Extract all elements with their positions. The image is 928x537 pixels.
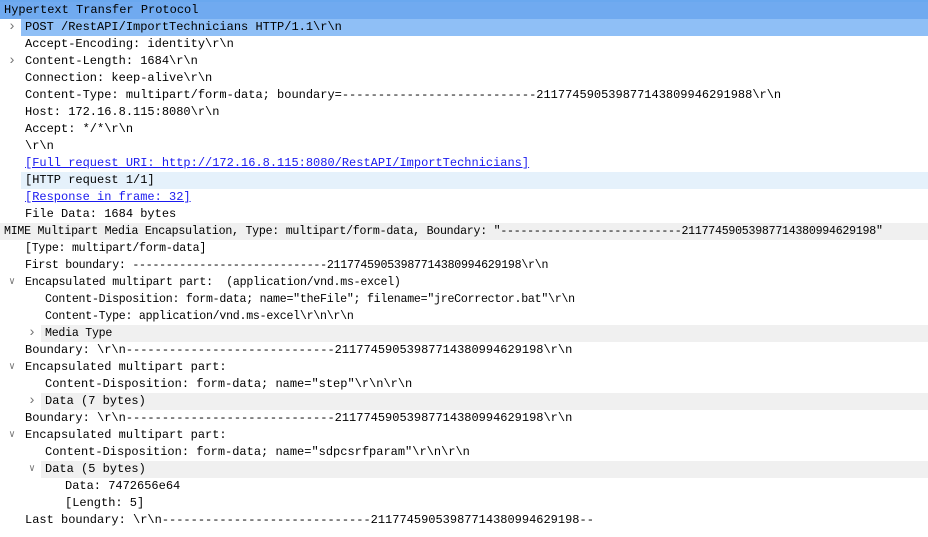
row-highlight bbox=[41, 325, 928, 342]
tree-row-label: Connection: keep-alive\r\n bbox=[25, 71, 213, 85]
tree-row[interactable]: Content-Disposition: form-data; name="sd… bbox=[0, 444, 928, 461]
tree-row[interactable]: Boundary: \r\n--------------------------… bbox=[0, 410, 928, 427]
tree-row-label: Content-Disposition: form-data; name="th… bbox=[45, 293, 575, 306]
packet-details-tree[interactable]: Hypertext Transfer Protocol › POST /RestAP… bbox=[0, 2, 928, 529]
tree-row[interactable]: [Response in frame: 32] bbox=[0, 189, 928, 206]
tree-row-label: Data (5 bytes) bbox=[45, 462, 146, 476]
tree-row[interactable]: Connection: keep-alive\r\n bbox=[0, 70, 928, 87]
tree-row-label: Content-Disposition: form-data; name="st… bbox=[45, 377, 413, 391]
tree-row[interactable]: › POST /RestAPI/ImportTechnicians HTTP/1.… bbox=[0, 19, 928, 36]
chevron-down-icon[interactable]: ∨ bbox=[26, 461, 38, 478]
tree-row-label: Content-Type: application/vnd.ms-excel\r… bbox=[45, 310, 354, 323]
tree-row-label: Content-Length: 1684\r\n bbox=[25, 54, 198, 68]
tree-row[interactable]: File Data: 1684 bytes bbox=[0, 206, 928, 223]
tree-row[interactable]: ∨ Encapsulated multipart part: bbox=[0, 359, 928, 376]
tree-row-label: First boundary: ------------------------… bbox=[25, 259, 549, 272]
tree-row[interactable]: › Content-Length: 1684\r\n bbox=[0, 53, 928, 70]
tree-row-label: Data (7 bytes) bbox=[45, 394, 146, 408]
row-highlight bbox=[21, 121, 928, 138]
chevron-right-icon[interactable]: › bbox=[6, 19, 18, 36]
tree-row[interactable]: First boundary: ------------------------… bbox=[0, 257, 928, 274]
tree-row-label: Boundary: \r\n--------------------------… bbox=[25, 343, 573, 357]
chevron-right-icon[interactable]: › bbox=[6, 53, 18, 70]
tree-row[interactable]: ∨ Encapsulated multipart part: (applicati… bbox=[0, 274, 928, 291]
tree-row-label: Hypertext Transfer Protocol bbox=[4, 3, 199, 17]
tree-row-label: Accept-Encoding: identity\r\n bbox=[25, 37, 234, 51]
tree-row[interactable]: [Full request URI: http://172.16.8.115:8… bbox=[0, 155, 928, 172]
tree-row-label: [Type: multipart/form-data] bbox=[25, 242, 207, 255]
tree-row[interactable]: Content-Type: application/vnd.ms-excel\r… bbox=[0, 308, 928, 325]
tree-row[interactable]: Data: 7472656e64 bbox=[0, 478, 928, 495]
row-highlight bbox=[21, 138, 928, 155]
tree-row-label: Host: 172.16.8.115:8080\r\n bbox=[25, 105, 220, 119]
tree-row-label: File Data: 1684 bytes bbox=[25, 207, 177, 221]
tree-row-label[interactable]: [Response in frame: 32] bbox=[25, 189, 191, 206]
tree-row-label: Media Type bbox=[45, 327, 113, 340]
tree-row-label: Last boundary: \r\n---------------------… bbox=[25, 513, 594, 527]
tree-row-label: Encapsulated multipart part: bbox=[25, 360, 227, 374]
tree-row[interactable]: › Data (7 bytes) bbox=[0, 393, 928, 410]
tree-row[interactable]: [Length: 5] bbox=[0, 495, 928, 512]
row-highlight bbox=[61, 495, 928, 512]
tree-row-label: POST /RestAPI/ImportTechnicians HTTP/1.1… bbox=[25, 20, 342, 34]
row-highlight bbox=[41, 393, 928, 410]
tree-row[interactable]: MIME Multipart Media Encapsulation, Type… bbox=[0, 223, 928, 240]
tree-row[interactable]: Accept-Encoding: identity\r\n bbox=[0, 36, 928, 53]
chevron-down-icon[interactable]: ∨ bbox=[6, 427, 18, 444]
chevron-right-icon[interactable]: › bbox=[26, 393, 38, 410]
tree-row-label: Encapsulated multipart part: bbox=[25, 428, 227, 442]
tree-row[interactable]: [Type: multipart/form-data] bbox=[0, 240, 928, 257]
tree-row[interactable]: Boundary: \r\n--------------------------… bbox=[0, 342, 928, 359]
tree-row[interactable]: Content-Type: multipart/form-data; bound… bbox=[0, 87, 928, 104]
tree-row-label: Boundary: \r\n--------------------------… bbox=[25, 411, 573, 425]
tree-row-label: Data: 7472656e64 bbox=[65, 479, 181, 493]
tree-row-label[interactable]: [Full request URI: http://172.16.8.115:8… bbox=[25, 155, 529, 172]
tree-row[interactable]: Last boundary: \r\n---------------------… bbox=[0, 512, 928, 529]
row-highlight bbox=[21, 172, 928, 189]
tree-row-label: [Length: 5] bbox=[65, 496, 145, 510]
tree-row-label: [HTTP request 1/1] bbox=[25, 173, 155, 187]
tree-row[interactable]: › Media Type bbox=[0, 325, 928, 342]
tree-row[interactable]: Hypertext Transfer Protocol bbox=[0, 2, 928, 19]
row-highlight bbox=[61, 478, 928, 495]
row-highlight bbox=[41, 461, 928, 478]
chevron-down-icon[interactable]: ∨ bbox=[6, 274, 18, 291]
tree-row[interactable]: Content-Disposition: form-data; name="st… bbox=[0, 376, 928, 393]
tree-row-label: \r\n bbox=[25, 139, 54, 153]
chevron-right-icon[interactable]: › bbox=[26, 325, 38, 342]
tree-row-label: MIME Multipart Media Encapsulation, Type… bbox=[4, 225, 883, 238]
tree-row-label: Content-Disposition: form-data; name="sd… bbox=[45, 445, 470, 459]
tree-row[interactable]: Accept: */*\r\n bbox=[0, 121, 928, 138]
tree-row[interactable]: Host: 172.16.8.115:8080\r\n bbox=[0, 104, 928, 121]
tree-row[interactable]: ∨ Encapsulated multipart part: bbox=[0, 427, 928, 444]
tree-row-label: Encapsulated multipart part: (applicatio… bbox=[25, 276, 401, 289]
tree-row[interactable]: \r\n bbox=[0, 138, 928, 155]
chevron-down-icon[interactable]: ∨ bbox=[6, 359, 18, 376]
tree-row[interactable]: Content-Disposition: form-data; name="th… bbox=[0, 291, 928, 308]
tree-row[interactable]: [HTTP request 1/1] bbox=[0, 172, 928, 189]
tree-row-label: Content-Type: multipart/form-data; bound… bbox=[25, 88, 782, 102]
tree-row-label: Accept: */*\r\n bbox=[25, 122, 134, 136]
tree-row[interactable]: ∨ Data (5 bytes) bbox=[0, 461, 928, 478]
